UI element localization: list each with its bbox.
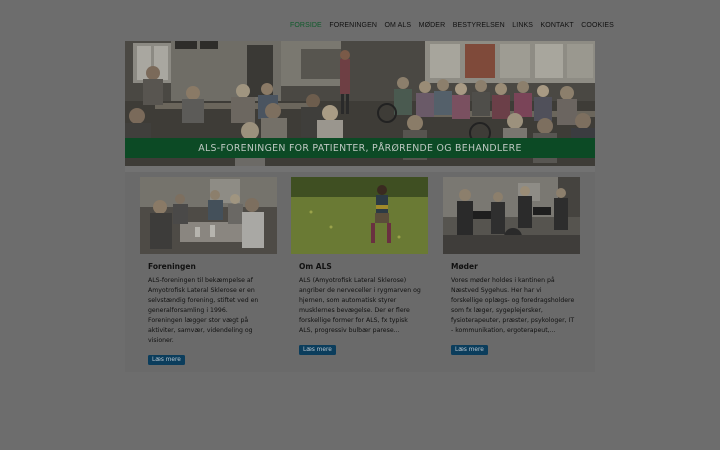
read-more-button[interactable]: Læs mere (148, 355, 185, 365)
card-moeder-image (443, 177, 580, 254)
card-moeder: Møder Vores møder holdes i kantinen på N… (443, 177, 580, 355)
card-foreningen-image (140, 177, 277, 254)
main-nav: FORSIDE FORENINGEN OM ALS MØDER BESTYREL… (290, 19, 621, 31)
nav-item-forside[interactable]: FORSIDE (290, 22, 322, 29)
main-content-panel: ALS-FORENINGEN FOR PATIENTER, PÅRØRENDE … (125, 41, 595, 372)
card-foreningen-body: Foreningen ALS-foreningen til bekæmpelse… (140, 262, 277, 365)
hero-banner-text: ALS-FORENINGEN FOR PATIENTER, PÅRØRENDE … (198, 142, 522, 154)
nav-item-cookies[interactable]: COOKIES (581, 22, 614, 29)
nav-item-om-als[interactable]: OM ALS (385, 22, 412, 29)
card-title: Om ALS (299, 262, 332, 271)
nav-item-foreningen[interactable]: FORENINGEN (329, 22, 377, 29)
nav-item-bestyrelsen[interactable]: BESTYRELSEN (453, 22, 505, 29)
read-more-button[interactable]: Læs mere (299, 345, 336, 355)
card-title: Foreningen (148, 262, 196, 271)
nav-item-links[interactable]: LINKS (512, 22, 533, 29)
hero-section: ALS-FORENINGEN FOR PATIENTER, PÅRØRENDE … (125, 41, 595, 166)
card-text: ALS (Amyotrofisk Lateral Sklerose) angri… (299, 277, 421, 334)
card-text: ALS-foreningen til bekæmpelse af Amyotro… (148, 277, 259, 344)
card-om-als-image (291, 177, 428, 254)
card-om-als: Om ALS ALS (Amyotrofisk Lateral Sklerose… (291, 177, 428, 355)
nav-item-kontakt[interactable]: KONTAKT (541, 22, 574, 29)
nav-item-moeder[interactable]: MØDER (419, 22, 446, 29)
card-text: Vores møder holdes i kantinen på Næstved… (451, 277, 575, 334)
card-title: Møder (451, 262, 478, 271)
card-foreningen: Foreningen ALS-foreningen til bekæmpelse… (140, 177, 277, 365)
hero-banner: ALS-FORENINGEN FOR PATIENTER, PÅRØRENDE … (125, 138, 595, 158)
card-om-als-body: Om ALS ALS (Amyotrofisk Lateral Sklerose… (291, 262, 428, 355)
hero-divider (125, 166, 595, 172)
card-moeder-body: Møder Vores møder holdes i kantinen på N… (443, 262, 580, 355)
read-more-button[interactable]: Læs mere (451, 345, 488, 355)
